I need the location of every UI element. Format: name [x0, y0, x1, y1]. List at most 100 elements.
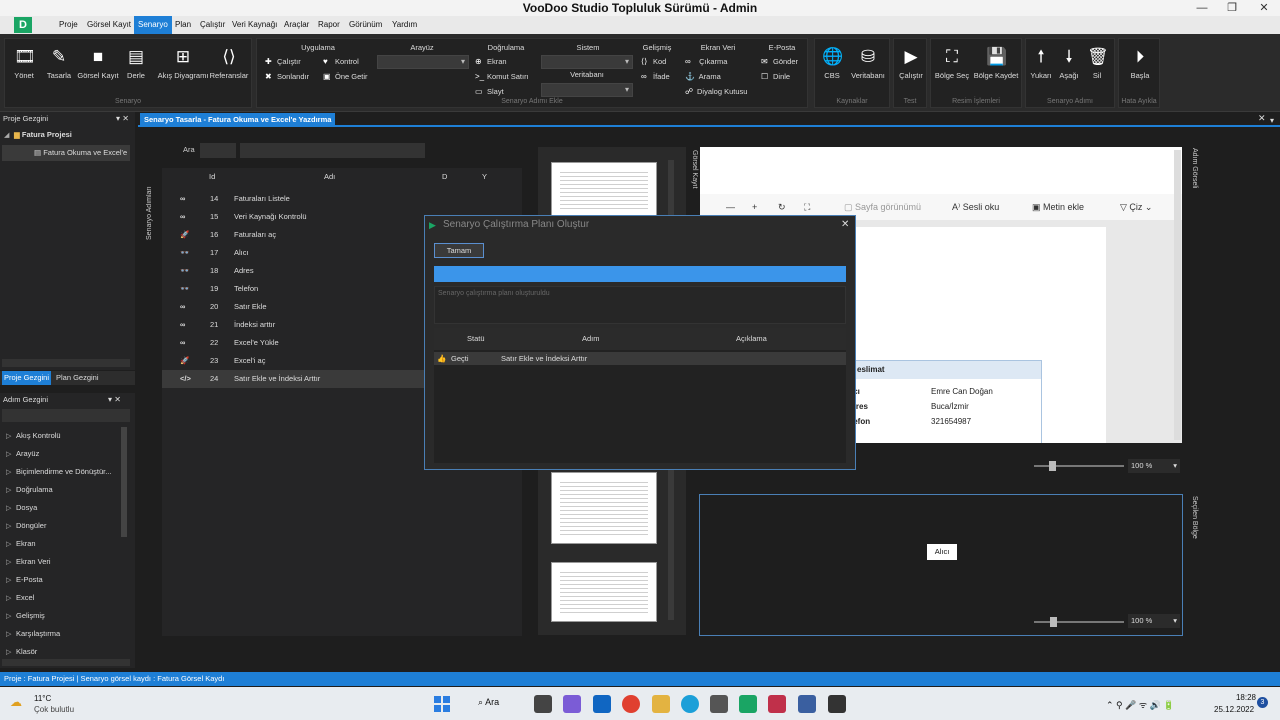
list-item[interactable]: ▷ Ekran — [6, 539, 36, 548]
thumbnail[interactable] — [551, 162, 657, 217]
sesli-oku-button[interactable]: A⁾ Sesli oku — [952, 194, 999, 220]
zoom-select[interactable]: 100 % ▾ — [1128, 459, 1180, 473]
taskbar-search[interactable]: ⌕ Ara — [478, 697, 499, 708]
dinle-button[interactable]: ☐ Dinle — [761, 72, 790, 81]
weather-temp[interactable]: 11°C — [34, 694, 51, 703]
referanslar-button[interactable]: ⟨⟩ Referanslar — [205, 47, 253, 80]
menu-proje[interactable]: Proje — [55, 16, 82, 34]
store-icon[interactable] — [710, 695, 728, 713]
akis-diyagrami-button[interactable]: ⊞ Akış Diyagramı — [157, 47, 209, 80]
project-node[interactable]: ◢ ▆ Fatura Projesi — [4, 130, 72, 139]
metin-ekle-button[interactable]: ▣ Metin ekle — [1032, 194, 1084, 220]
table-row[interactable]: ∞ 14 Faturaları Listele — [162, 190, 522, 208]
ifade-button[interactable]: ∞ İfade — [641, 72, 670, 81]
zoom-slider-handle[interactable] — [1049, 461, 1056, 471]
list-item[interactable]: ▷ Döngüler — [6, 521, 46, 530]
region-zoom-handle[interactable] — [1050, 617, 1057, 627]
veritabani-dropdown[interactable] — [541, 83, 633, 97]
result-row[interactable]: 👍 Geçti Satır Ekle ve İndeksi Arttır — [434, 352, 846, 365]
start-button[interactable] — [434, 696, 450, 712]
zoom-slider-track[interactable] — [1034, 465, 1124, 467]
edge-icon[interactable] — [681, 695, 699, 713]
tab-proje-gezgini[interactable]: Proje Gezgini — [2, 371, 52, 385]
outlook-icon[interactable] — [593, 695, 611, 713]
adim-search-input[interactable] — [2, 409, 130, 422]
preview-scrollbar[interactable] — [1174, 150, 1181, 440]
bolge-sec-button[interactable]: ⛶ Bölge Seç — [929, 47, 975, 80]
task-view-icon[interactable] — [534, 695, 552, 713]
dialog-close-icon[interactable]: ✕ — [841, 219, 849, 230]
thumbnail[interactable] — [551, 562, 657, 622]
list-item[interactable]: ▷ E-Posta — [6, 575, 43, 584]
app-icon[interactable] — [768, 695, 786, 713]
menu-veri-kaynagi[interactable]: Veri Kaynağı — [228, 16, 281, 34]
menu-araclar[interactable]: Araçlar — [280, 16, 313, 34]
voodoo-icon[interactable] — [739, 695, 757, 713]
calistir-button[interactable]: ▶ Çalıştır — [888, 47, 934, 80]
tamam-button[interactable]: Tamam — [434, 243, 484, 258]
komut-satiri-button[interactable]: >_ Komut Satırı — [475, 72, 529, 81]
clock-time[interactable]: 18:28 — [1226, 693, 1256, 702]
sil-button[interactable]: 🗑 Sil — [1074, 47, 1120, 80]
gonder-button[interactable]: ✉ Gönder — [761, 57, 798, 66]
panel-controls-icon[interactable]: ▾ ✕ — [108, 395, 121, 404]
app-icon-2[interactable] — [798, 695, 816, 713]
chrome-icon[interactable] — [622, 695, 640, 713]
ekran-button[interactable]: ⊕ Ekran — [475, 57, 507, 66]
sistem-dropdown[interactable] — [541, 55, 633, 69]
menu-gorsel-kayit[interactable]: Görsel Kayıt — [83, 16, 135, 34]
notification-badge[interactable]: 3 — [1257, 697, 1268, 708]
tray-icons[interactable]: ⌃ ⚲ 🎤 ᯤ 🔊 🔋 — [1106, 698, 1174, 711]
pin-icon[interactable]: ▾ ✕ — [116, 114, 129, 123]
minimize-button[interactable]: — — [1188, 0, 1216, 16]
list-item[interactable]: ▷ Dosya — [6, 503, 37, 512]
menu-yardim[interactable]: Yardım — [388, 16, 421, 34]
list-item[interactable]: ▷ Excel — [6, 593, 34, 602]
list-item[interactable]: ▷ Karşılaştırma — [6, 629, 60, 638]
list-item[interactable]: ▷ Arayüz — [6, 449, 39, 458]
menu-plan[interactable]: Plan — [171, 16, 195, 34]
adim-horizontal-scrollbar[interactable] — [2, 659, 130, 666]
weather-desc[interactable]: Çok bulutlu — [34, 705, 74, 714]
list-item[interactable]: ▷ Biçimlendirme ve Dönüştür... — [6, 467, 111, 476]
region-zoom-track[interactable] — [1034, 621, 1124, 623]
ciz-button[interactable]: ▽ Çiz ⌄ — [1120, 194, 1152, 220]
tab-senaryo-tasarla[interactable]: Senaryo Tasarla - Fatura Okuma ve Excel'… — [140, 113, 336, 127]
calistir-small-button[interactable]: ✚ Çalıştır — [265, 57, 301, 66]
arayuz-dropdown[interactable] — [377, 55, 469, 69]
tab-plan-gezgini[interactable]: Plan Gezgini — [56, 371, 99, 385]
veritabani-button[interactable]: ⛁ Veritabanı — [845, 47, 891, 80]
menu-gorunum[interactable]: Görünüm — [345, 16, 386, 34]
one-getir-button[interactable]: ▣ Öne Getir — [323, 72, 368, 81]
scenario-node[interactable]: ▤ Fatura Okuma ve Excel'e — [34, 148, 127, 157]
region-zoom-select[interactable]: 100 % ▾ — [1128, 614, 1180, 628]
sonlandir-button[interactable]: ✖ Sonlandır — [265, 72, 309, 81]
menu-senaryo[interactable]: Senaryo — [134, 16, 172, 34]
list-item[interactable]: ▷ Ekran Veri — [6, 557, 51, 566]
kontrol-button[interactable]: ♥ Kontrol — [323, 57, 359, 66]
menu-rapor[interactable]: Rapor — [314, 16, 344, 34]
app-icon-3[interactable] — [828, 695, 846, 713]
list-item[interactable]: ▷ Akış Kontrolü — [6, 431, 61, 440]
list-item[interactable]: ▷ Doğrulama — [6, 485, 53, 494]
clock-date[interactable]: 25.12.2022 — [1214, 705, 1254, 714]
slayt-button[interactable]: ▭ Slayt — [475, 87, 504, 96]
horizontal-scrollbar[interactable] — [2, 359, 130, 367]
close-window-button[interactable]: ✕ — [1250, 0, 1278, 16]
maximize-button[interactable]: ❐ — [1218, 0, 1246, 16]
cikarma-button[interactable]: ∞ Çıkarma — [685, 57, 727, 66]
kod-button[interactable]: ⟨⟩ Kod — [641, 57, 666, 66]
search-input[interactable] — [240, 143, 425, 158]
diyalog-kutusu-button[interactable]: ☍ Diyalog Kutusu — [685, 87, 747, 96]
thumbnail[interactable] — [551, 472, 657, 544]
arama-button[interactable]: ⚓ Arama — [685, 72, 721, 81]
search-filter-input[interactable] — [200, 143, 236, 158]
derle-button[interactable]: ▤ Derle — [113, 47, 159, 80]
vertical-scrollbar[interactable] — [121, 427, 127, 537]
list-item[interactable]: ▷ Gelişmiş — [6, 611, 45, 620]
bolge-kaydet-button[interactable]: 💾 Bölge Kaydet — [971, 47, 1021, 80]
file-explorer-icon[interactable] — [652, 695, 670, 713]
menu-calistir[interactable]: Çalıştır — [196, 16, 229, 34]
close-tab-icon[interactable]: ✕ — [1258, 113, 1266, 124]
list-item[interactable]: ▷ Klasör — [6, 647, 37, 656]
